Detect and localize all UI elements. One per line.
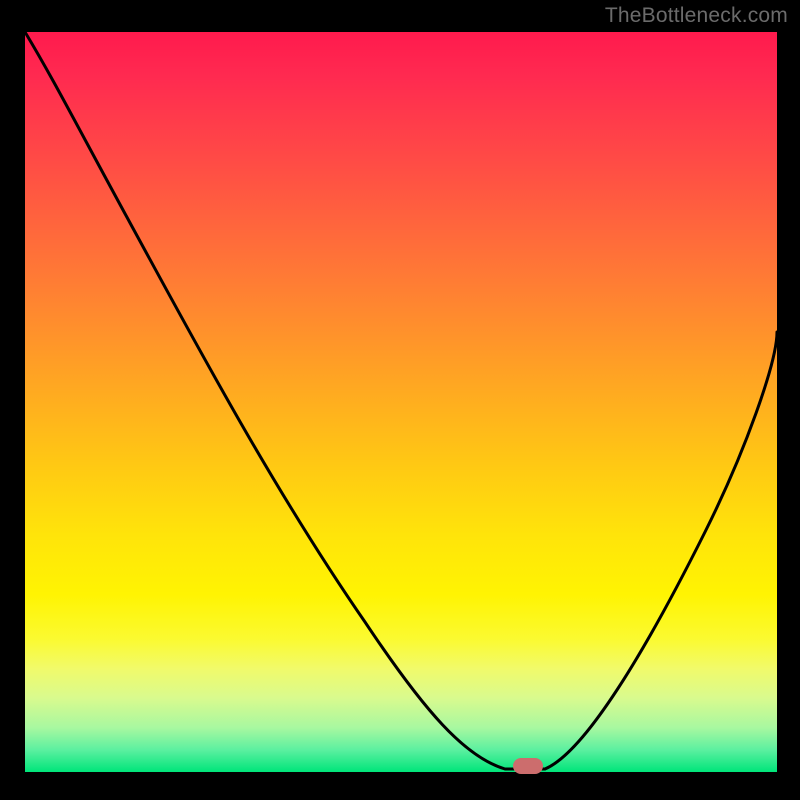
bottleneck-curve-svg xyxy=(25,32,777,772)
watermark-text: TheBottleneck.com xyxy=(605,4,788,28)
chart-plot-area xyxy=(25,32,777,772)
bottleneck-curve-path xyxy=(25,32,777,769)
optimum-marker xyxy=(513,758,543,774)
chart-frame: TheBottleneck.com xyxy=(0,0,800,800)
